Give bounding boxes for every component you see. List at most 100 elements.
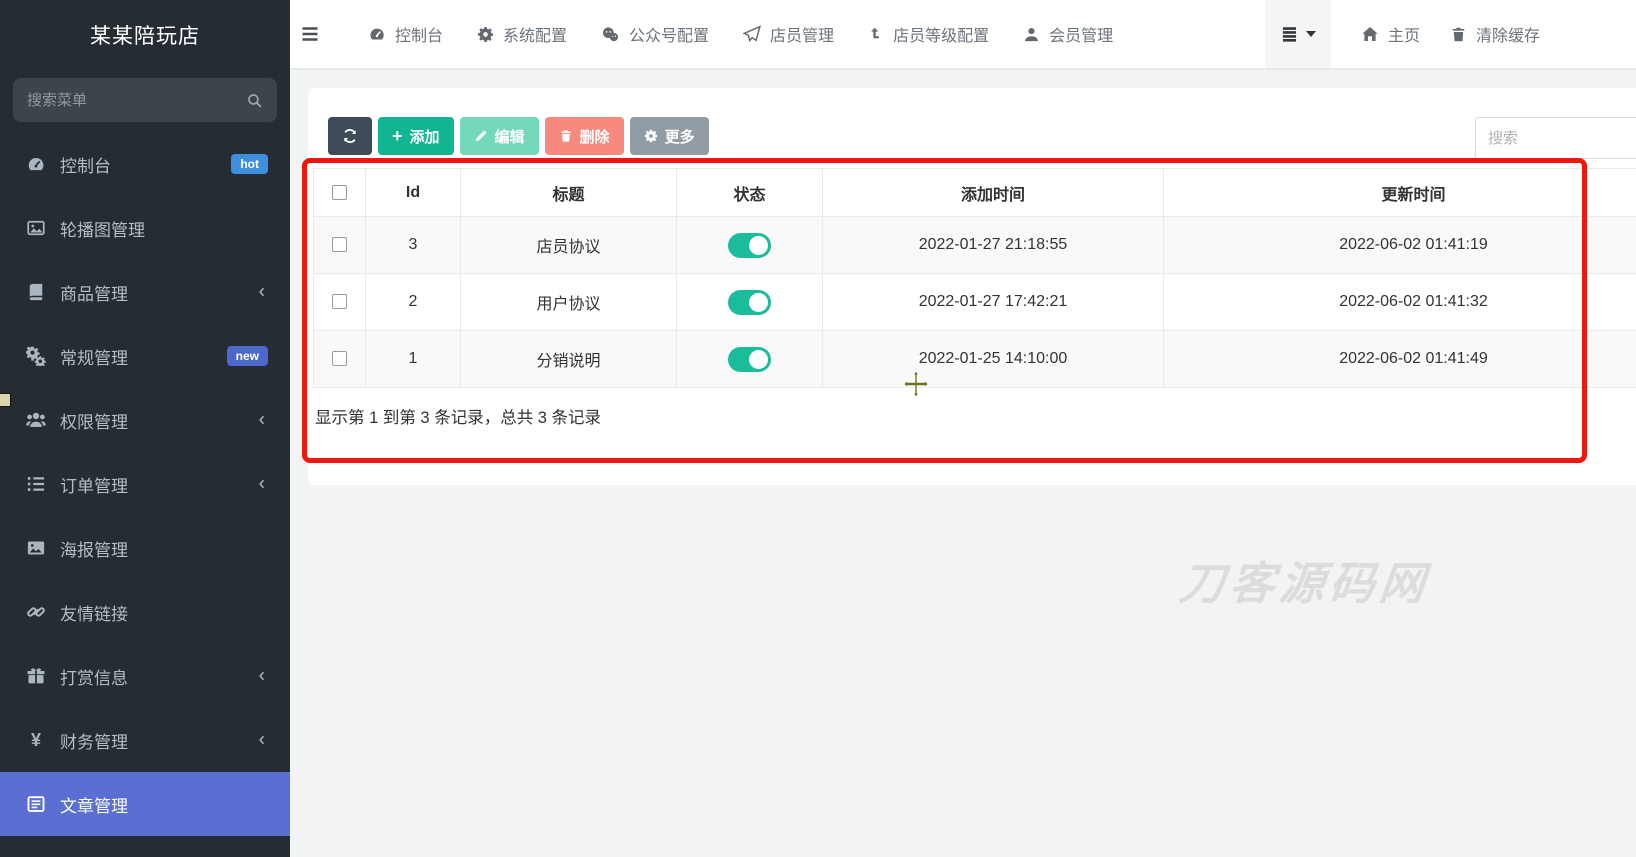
cell-title: 分销说明 xyxy=(460,330,677,388)
status-toggle[interactable] xyxy=(728,289,771,315)
sidebar-item-posters[interactable]: 海报管理 xyxy=(0,516,290,580)
chevron-left-icon xyxy=(256,734,268,746)
article-icon xyxy=(24,794,48,814)
sidebar: 某某陪玩店 控制台 hot 轮播图管理 商品管理 常规管理 new 权限管理 xyxy=(0,0,290,857)
table-row[interactable]: 3 店员协议 2022-01-27 21:18:55 2022-06-02 01… xyxy=(313,216,1636,274)
sidebar-menu: 控制台 hot 轮播图管理 商品管理 常规管理 new 权限管理 订单管理 海报… xyxy=(0,132,290,836)
delete-button[interactable]: 删除 xyxy=(544,117,624,155)
column-header-title: 标题 xyxy=(460,168,677,217)
cell-title: 用户协议 xyxy=(460,273,677,331)
column-header-updated: 更新时间 xyxy=(1163,168,1636,217)
gear-icon xyxy=(477,26,494,43)
cell-title: 店员协议 xyxy=(460,216,677,274)
sidebar-search-input[interactable] xyxy=(27,91,246,109)
top-navbar: 控制台 系统配置 公众号配置 店员管理 店员等级配置 会员管理 主页 清除缓存 xyxy=(290,0,1636,70)
sidebar-item-label: 控制台 xyxy=(60,156,111,176)
users-icon xyxy=(24,410,48,430)
cell-created: 2022-01-27 17:42:21 xyxy=(822,273,1164,331)
sidebar-item-finance[interactable]: ¥ 财务管理 xyxy=(0,708,290,772)
dashboard-icon xyxy=(368,25,386,43)
chevron-left-icon xyxy=(256,670,268,682)
sidebar-item-rewards[interactable]: 打赏信息 xyxy=(0,644,290,708)
gift-icon xyxy=(24,666,48,686)
menu-toggle-icon[interactable] xyxy=(290,24,334,44)
trash-icon xyxy=(559,129,573,143)
home-icon xyxy=(1361,25,1379,43)
articles-table: Id 标题 状态 添加时间 更新时间 3 店员协议 2022-01-27 21:… xyxy=(313,168,1636,388)
sidebar-item-label: 打赏信息 xyxy=(60,668,128,688)
caret-down-icon xyxy=(1305,31,1316,37)
watermark-text: 刀客源码网 xyxy=(1176,558,1433,609)
sidebar-item-general[interactable]: 常规管理 new xyxy=(0,324,290,388)
nav-item-label: 会员管理 xyxy=(1049,28,1114,45)
refresh-button[interactable] xyxy=(328,117,372,155)
cell-id: 2 xyxy=(365,273,461,331)
cell-updated: 2022-06-02 01:41:19 xyxy=(1163,216,1636,274)
sidebar-item-label: 权限管理 xyxy=(60,412,128,432)
nav-item-dashboard[interactable]: 控制台 xyxy=(368,22,443,46)
add-button-label: 添加 xyxy=(409,128,440,146)
sidebar-item-links[interactable]: 友情链接 xyxy=(0,580,290,644)
wechat-icon xyxy=(601,25,620,44)
table-header-row: Id 标题 状态 添加时间 更新时间 xyxy=(313,168,1636,217)
status-toggle[interactable] xyxy=(728,232,771,258)
nav-item-label: 系统配置 xyxy=(503,28,568,45)
pagination-summary: 显示第 1 到第 3 条记录，总共 3 条记录 xyxy=(315,409,602,427)
plus-icon: + xyxy=(392,126,403,146)
nav-item-clerk-management[interactable]: 店员管理 xyxy=(743,22,834,46)
carousel-image-icon xyxy=(24,218,48,238)
sidebar-item-dashboard[interactable]: 控制台 hot xyxy=(0,132,290,196)
sidebar-item-label: 友情链接 xyxy=(60,604,128,624)
nav-item-label: 店员管理 xyxy=(770,28,835,45)
nav-item-label: 公众号配置 xyxy=(629,28,710,45)
level-up-icon xyxy=(868,26,884,42)
link-icon xyxy=(24,602,48,622)
sidebar-item-label: 财务管理 xyxy=(60,732,128,752)
sidebar-item-label: 常规管理 xyxy=(60,348,128,368)
user-icon xyxy=(1023,26,1040,43)
refresh-icon xyxy=(342,128,358,144)
pencil-icon xyxy=(474,129,488,143)
sidebar-item-products[interactable]: 商品管理 xyxy=(0,260,290,324)
nav-item-clerk-level-config[interactable]: 店员等级配置 xyxy=(868,22,989,46)
sidebar-item-articles[interactable]: 文章管理 xyxy=(0,772,290,836)
sidebar-item-carousel[interactable]: 轮播图管理 xyxy=(0,196,290,260)
more-button[interactable]: 更多 xyxy=(629,117,709,155)
sidebar-item-permissions[interactable]: 权限管理 xyxy=(0,388,290,452)
poster-image-icon xyxy=(24,538,48,558)
cell-id: 3 xyxy=(365,216,461,274)
nav-item-wechat-config[interactable]: 公众号配置 xyxy=(601,22,709,46)
table-search-input[interactable] xyxy=(1475,117,1636,159)
sidebar-item-orders[interactable]: 订单管理 xyxy=(0,452,290,516)
chevron-left-icon xyxy=(256,414,268,426)
more-button-label: 更多 xyxy=(664,128,695,146)
sidebar-search[interactable] xyxy=(13,78,277,122)
sidebar-item-label: 文章管理 xyxy=(60,796,128,816)
paper-plane-icon xyxy=(743,25,762,43)
status-toggle[interactable] xyxy=(728,346,771,372)
nav-item-clear-cache[interactable]: 清除缓存 xyxy=(1450,22,1540,46)
row-checkbox[interactable] xyxy=(332,294,347,310)
hot-badge: hot xyxy=(231,154,268,174)
gears-icon xyxy=(24,346,48,366)
nav-item-member-management[interactable]: 会员管理 xyxy=(1023,22,1113,46)
nav-item-system-config[interactable]: 系统配置 xyxy=(477,22,567,46)
sidebar-item-label: 轮播图管理 xyxy=(60,220,145,240)
artifact-square xyxy=(0,393,11,407)
table-row[interactable]: 2 用户协议 2022-01-27 17:42:21 2022-06-02 01… xyxy=(313,273,1636,331)
row-checkbox[interactable] xyxy=(332,237,347,253)
new-badge: new xyxy=(226,346,268,366)
edit-button[interactable]: 编辑 xyxy=(459,117,539,155)
chevron-left-icon xyxy=(256,478,268,490)
nav-item-home[interactable]: 主页 xyxy=(1361,22,1420,46)
list-icon xyxy=(1280,25,1299,44)
table-row[interactable]: 1 分销说明 2022-01-25 14:10:00 2022-06-02 01… xyxy=(313,330,1636,388)
sidebar-item-label: 海报管理 xyxy=(60,540,128,560)
add-button[interactable]: + 添加 xyxy=(378,117,454,155)
row-checkbox[interactable] xyxy=(332,351,347,367)
nav-list-dropdown-button[interactable] xyxy=(1264,0,1331,68)
cell-created: 2022-01-25 14:10:00 xyxy=(822,330,1164,388)
brand-title: 某某陪玩店 xyxy=(90,25,200,48)
edit-button-label: 编辑 xyxy=(494,128,525,146)
select-all-checkbox[interactable] xyxy=(332,184,347,200)
